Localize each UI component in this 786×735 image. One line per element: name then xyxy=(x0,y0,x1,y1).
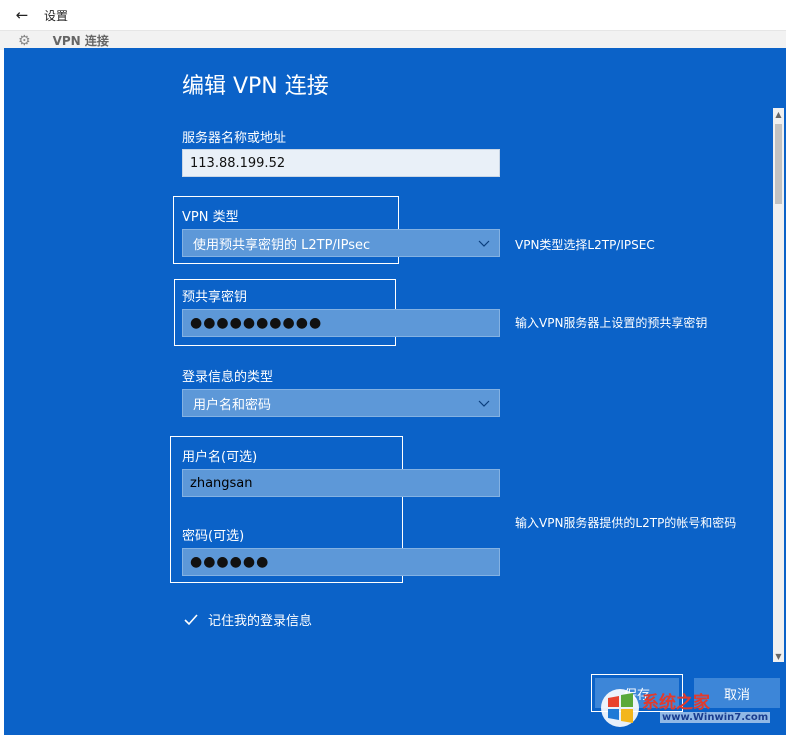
vpn-type-label: VPN 类型 xyxy=(182,210,239,225)
watermark-url: www.Winwin7.com xyxy=(660,712,771,723)
password-label: 密码(可选) xyxy=(182,529,245,544)
background-page-row: ⚙ VPN 连接 xyxy=(0,30,786,50)
title-bar: ← 设置 xyxy=(0,0,786,30)
gear-icon: ⚙ xyxy=(18,32,31,49)
psk-value: ●●●●●●●●●● xyxy=(190,315,323,331)
dialog-title: 编辑 VPN 连接 xyxy=(182,74,329,99)
remember-checkbox[interactable] xyxy=(182,611,200,629)
background-page-label: VPN 连接 xyxy=(52,34,109,48)
edit-vpn-dialog: 编辑 VPN 连接 服务器名称或地址 113.88.199.52 VPN 类型 … xyxy=(4,48,786,735)
window-title: 设置 xyxy=(44,8,69,23)
scroll-down-icon[interactable]: ▼ xyxy=(773,650,784,662)
back-arrow-icon[interactable]: ← xyxy=(0,0,44,30)
username-input[interactable]: zhangsan xyxy=(182,469,500,497)
psk-note: 输入VPN服务器上设置的预共享密钥 xyxy=(515,316,708,330)
scrollbar[interactable]: ▲ ▼ xyxy=(773,108,784,662)
signin-type-label: 登录信息的类型 xyxy=(182,370,274,385)
password-value: ●●●●●● xyxy=(190,554,270,570)
chevron-down-icon xyxy=(478,400,490,407)
credentials-note: 输入VPN服务器提供的L2TP的帐号和密码 xyxy=(515,516,737,530)
signin-type-select[interactable]: 用户名和密码 xyxy=(182,389,500,417)
chevron-down-icon xyxy=(478,240,490,247)
vpn-type-value: 使用预共享密钥的 L2TP/IPsec xyxy=(193,237,371,253)
checkmark-icon xyxy=(184,614,198,626)
signin-type-value: 用户名和密码 xyxy=(193,397,272,413)
username-label: 用户名(可选) xyxy=(182,450,258,465)
scroll-up-icon[interactable]: ▲ xyxy=(773,108,784,120)
psk-label: 预共享密钥 xyxy=(182,290,248,305)
watermark-text: 系统之家 xyxy=(642,693,710,713)
server-input[interactable]: 113.88.199.52 xyxy=(182,149,500,177)
server-label: 服务器名称或地址 xyxy=(182,131,287,146)
remember-label[interactable]: 记住我的登录信息 xyxy=(208,610,312,629)
password-input[interactable]: ●●●●●● xyxy=(182,548,500,576)
scrollbar-thumb[interactable] xyxy=(775,124,782,204)
psk-input[interactable]: ●●●●●●●●●● xyxy=(182,309,500,337)
vpn-type-select[interactable]: 使用预共享密钥的 L2TP/IPsec xyxy=(182,229,500,257)
vpn-type-note: VPN类型选择L2TP/IPSEC xyxy=(515,238,655,252)
